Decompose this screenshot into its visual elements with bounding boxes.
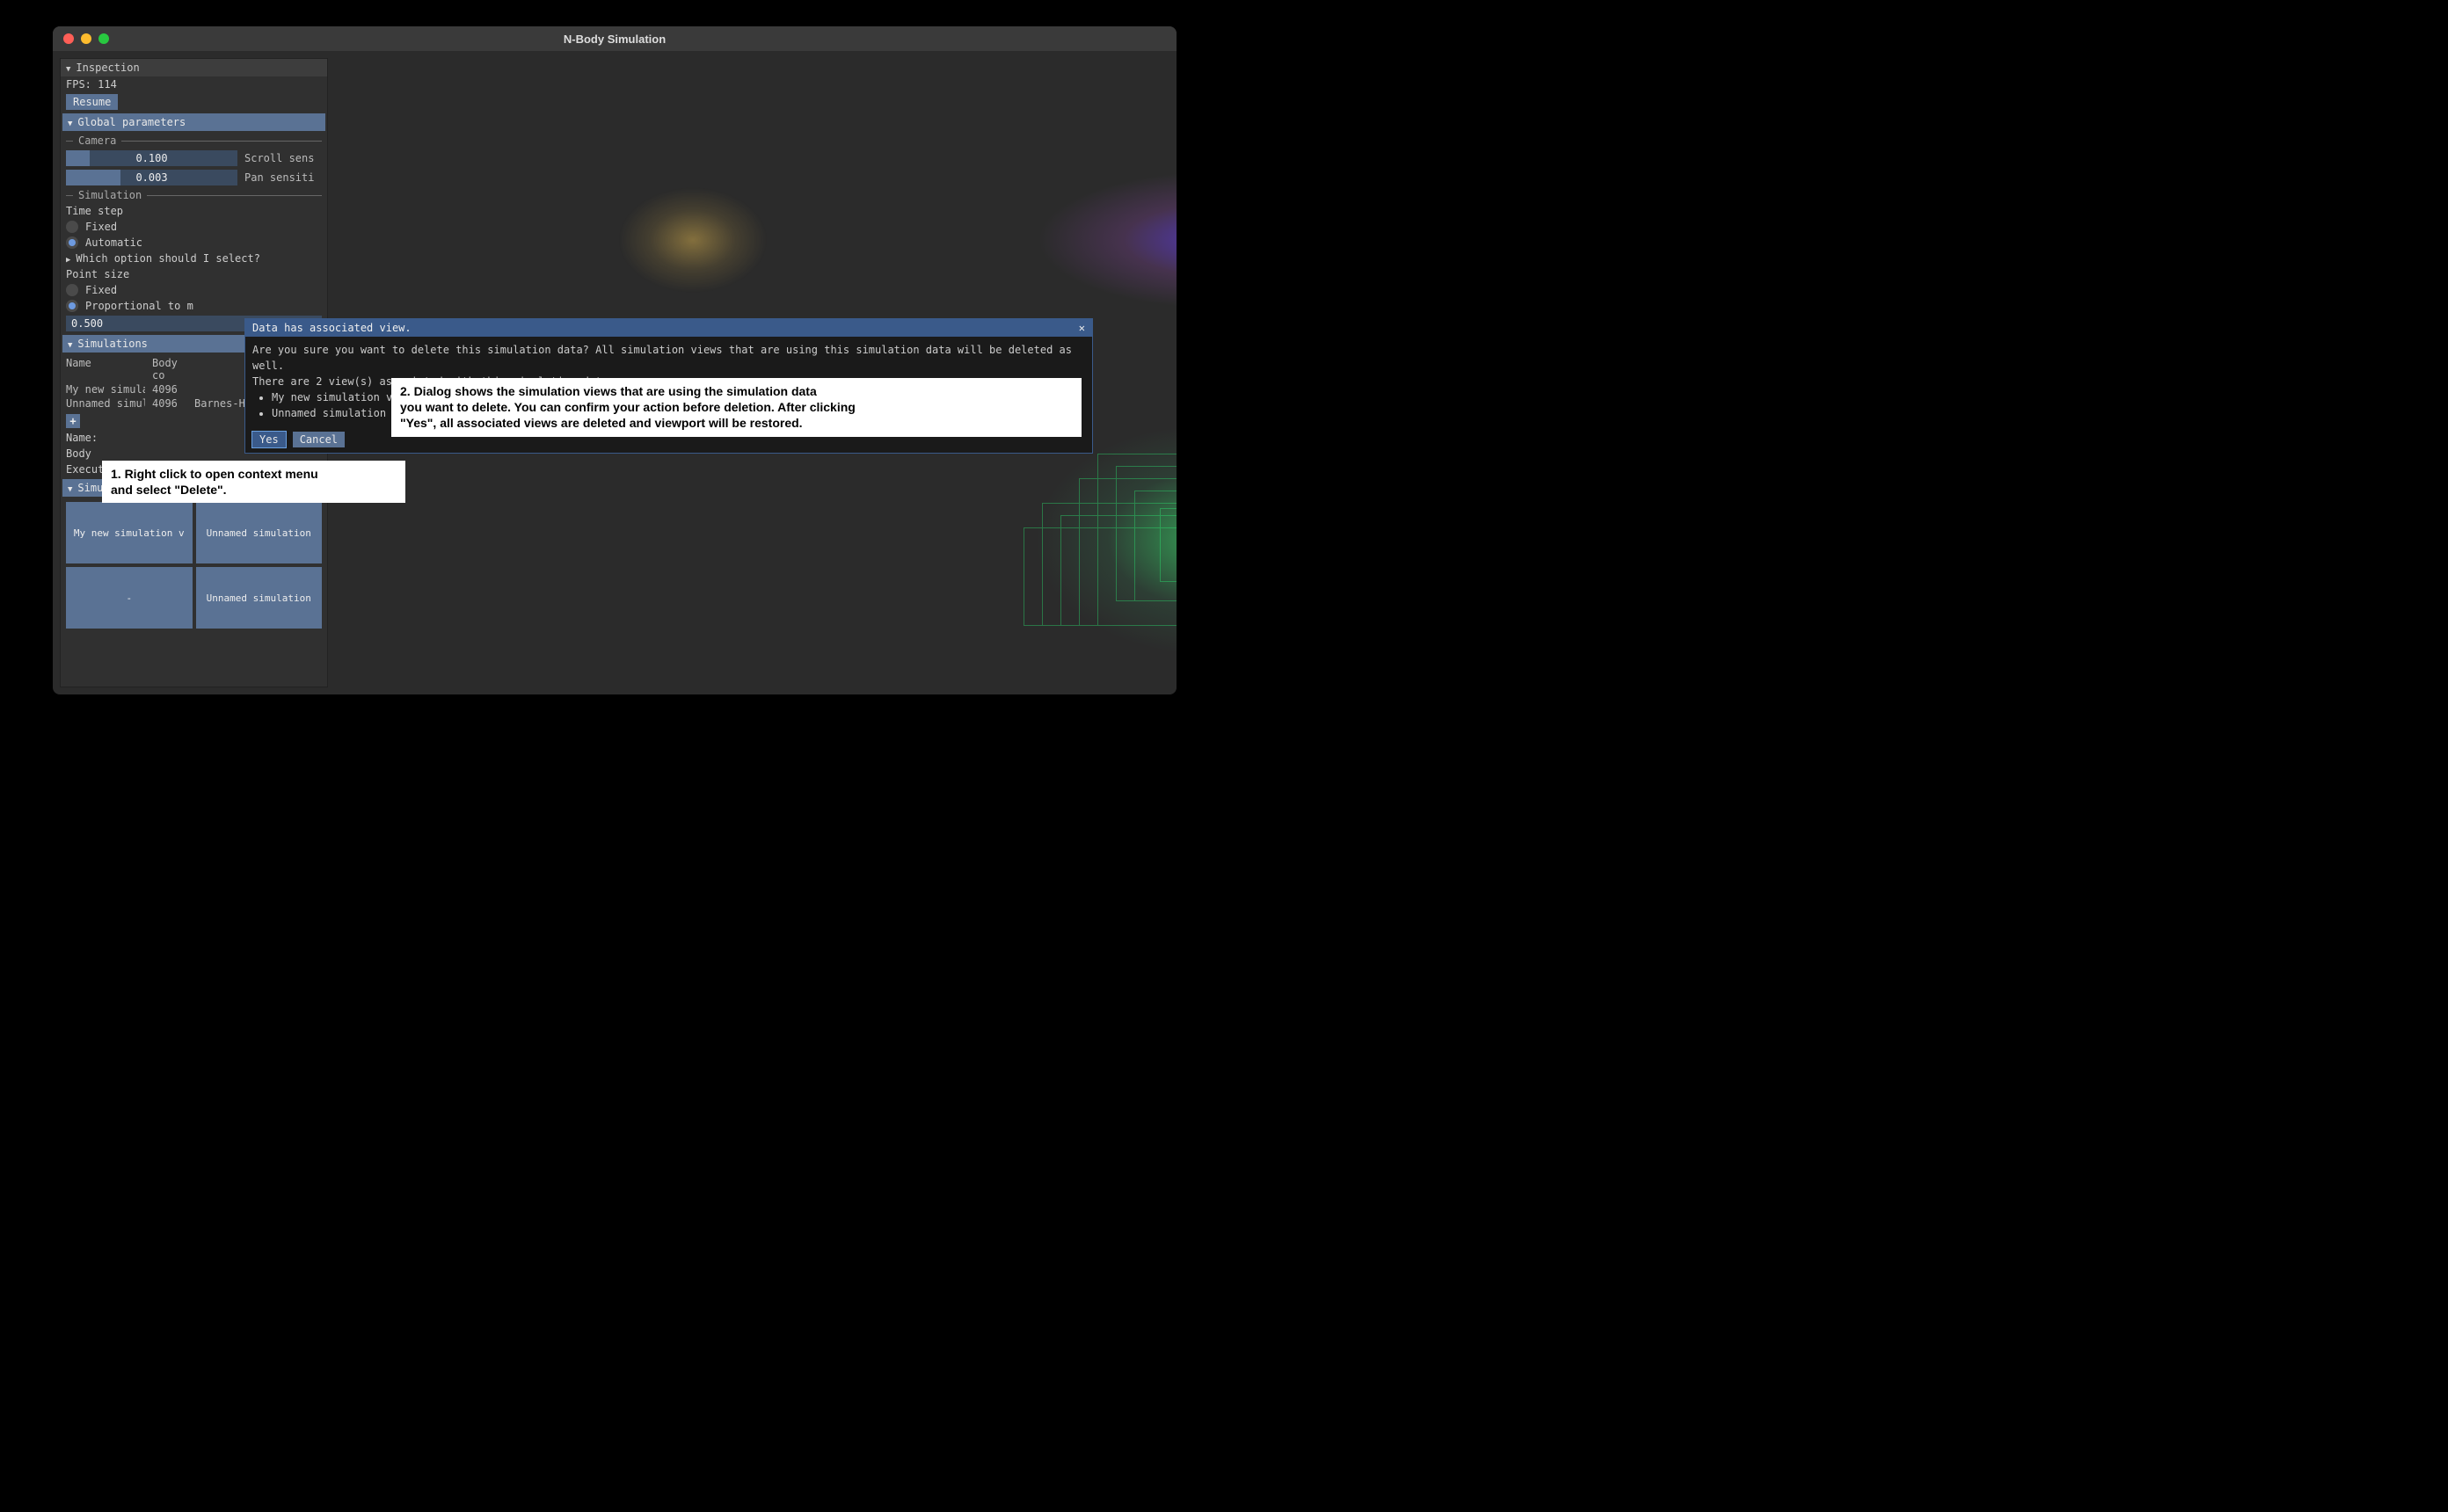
chevron-right-icon [66, 252, 70, 265]
chevron-down-icon [68, 482, 72, 494]
camera-separator: Camera [61, 133, 327, 149]
which-option-help[interactable]: Which option should I select? [61, 251, 327, 266]
time-step-label: Time step [61, 203, 327, 219]
scroll-sensitivity-slider[interactable]: 0.100 Scroll sens [66, 150, 322, 166]
arrangement-grid: My new simulation v Unnamed simulation -… [61, 498, 327, 632]
annotation-1: 1. Right click to open context menu and … [102, 461, 405, 503]
time-step-fixed-radio[interactable]: Fixed [61, 219, 327, 235]
fps-label: FPS: 114 [61, 76, 327, 92]
radio-icon [66, 300, 78, 312]
titlebar[interactable]: N-Body Simulation [53, 26, 1177, 51]
add-simulation-button[interactable]: + [66, 414, 80, 428]
dialog-title-text: Data has associated view. [252, 322, 412, 334]
arrangement-tile[interactable]: - [66, 567, 193, 629]
inspection-title: Inspection [76, 62, 139, 74]
chevron-down-icon [68, 116, 72, 128]
resume-button[interactable]: Resume [66, 94, 118, 110]
chevron-down-icon [68, 338, 72, 350]
time-step-automatic-radio[interactable]: Automatic [61, 235, 327, 251]
point-size-proportional-radio[interactable]: Proportional to m [61, 298, 327, 314]
close-icon[interactable]: ✕ [1079, 322, 1085, 334]
yes-button[interactable]: Yes [252, 432, 286, 447]
pan-sensitivity-slider[interactable]: 0.003 Pan sensiti [66, 170, 322, 185]
inspection-header[interactable]: Inspection [61, 59, 327, 76]
particle-cloud [618, 187, 768, 293]
annotation-2: 2. Dialog shows the simulation views tha… [391, 378, 1082, 437]
particle-cloud [1023, 165, 1177, 315]
radio-icon [66, 236, 78, 249]
window-title: N-Body Simulation [53, 33, 1177, 46]
global-parameters-header[interactable]: Global parameters [62, 113, 325, 131]
point-size-fixed-radio[interactable]: Fixed [61, 282, 327, 298]
chevron-down-icon [66, 62, 70, 74]
dialog-question: Are you sure you want to delete this sim… [252, 342, 1085, 374]
arrangement-tile[interactable]: My new simulation v [66, 502, 193, 563]
point-size-label: Point size [61, 266, 327, 282]
octree-wireframe [1005, 429, 1177, 675]
app-window: N-Body Simulation Inspection FPS: 114 Re… [53, 26, 1177, 694]
dialog-titlebar[interactable]: Data has associated view. ✕ [245, 319, 1092, 337]
cancel-button[interactable]: Cancel [293, 432, 345, 447]
arrangement-tile[interactable]: Unnamed simulation [196, 502, 323, 563]
arrangement-tile[interactable]: Unnamed simulation [196, 567, 323, 629]
radio-icon [66, 284, 78, 296]
radio-icon [66, 221, 78, 233]
simulation-separator: Simulation [61, 187, 327, 203]
